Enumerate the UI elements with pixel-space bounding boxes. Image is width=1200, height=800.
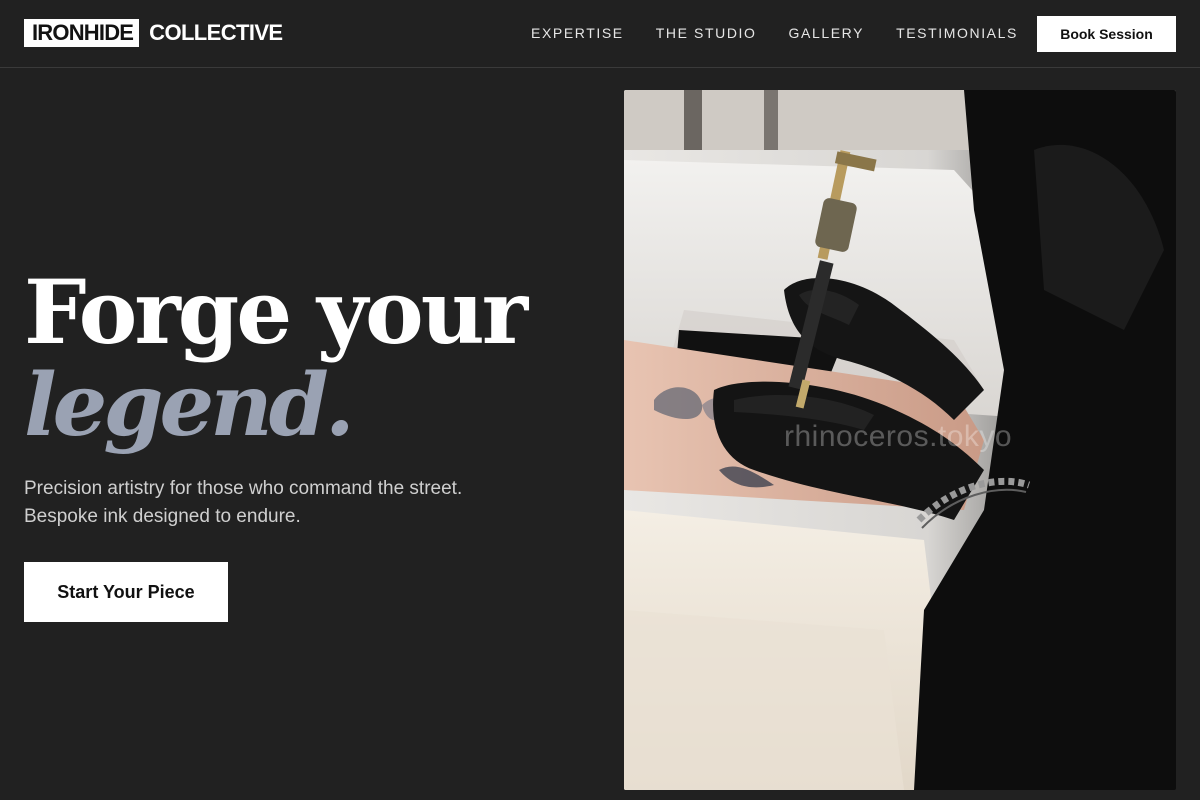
hero-subtitle: Precision artistry for those who command… bbox=[24, 478, 463, 527]
brand-logo[interactable]: IRONHIDE COLLECTIVE bbox=[24, 19, 283, 47]
logo-wordmark: COLLECTIVE bbox=[149, 20, 283, 45]
nav-link-expertise[interactable]: EXPERTISE bbox=[531, 25, 624, 41]
nav-link-gallery[interactable]: GALLERY bbox=[789, 25, 865, 41]
main-nav: EXPERTISE THE STUDIO GALLERY TESTIMONIAL… bbox=[531, 0, 1018, 66]
hero-title: Forge your legend. bbox=[24, 260, 528, 456]
book-session-button[interactable]: Book Session bbox=[1037, 16, 1176, 52]
site-header: IRONHIDE COLLECTIVE EXPERTISE THE STUDIO… bbox=[0, 0, 1200, 68]
nav-link-testimonials[interactable]: TESTIMONIALS bbox=[896, 25, 1018, 41]
hero-title-line2: legend. bbox=[24, 355, 355, 456]
image-watermark: rhinoceros.tokyo bbox=[784, 420, 1013, 453]
hero-title-line1: Forge your bbox=[24, 260, 528, 364]
start-your-piece-button[interactable]: Start Your Piece bbox=[24, 562, 228, 622]
nav-link-the-studio[interactable]: THE STUDIO bbox=[656, 25, 757, 41]
logo-wordmark-boxed: IRONHIDE bbox=[24, 19, 140, 47]
hero-image: rhinoceros.tokyo bbox=[624, 90, 1176, 790]
